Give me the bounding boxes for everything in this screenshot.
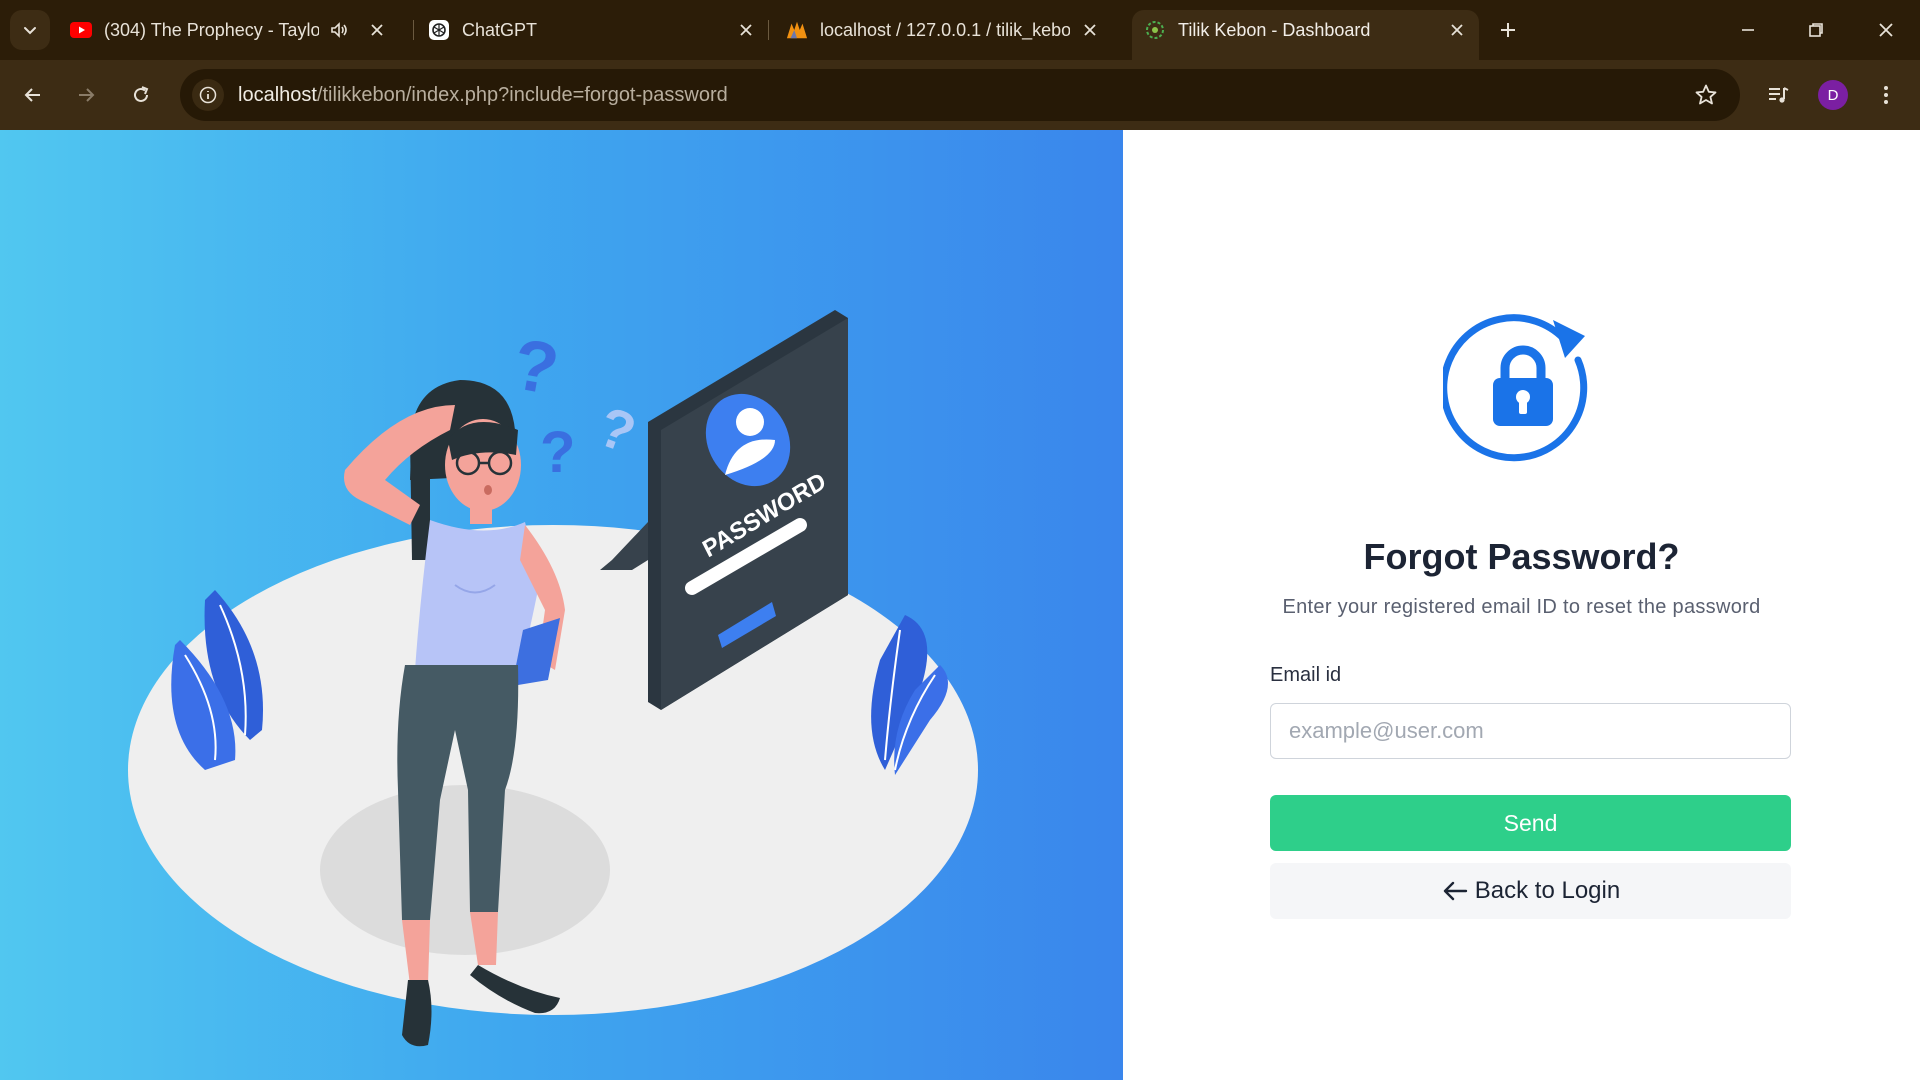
site-info-icon[interactable] [192, 79, 224, 111]
close-window-button[interactable] [1866, 10, 1906, 50]
email-label: Email id [1270, 664, 1342, 686]
close-icon[interactable] [1078, 18, 1102, 42]
url-text[interactable]: localhost/tilikkebon/index.php?include=f… [238, 84, 728, 107]
tab-divider [413, 20, 414, 40]
tab-title: Tilik Kebon - Dashboard [1178, 19, 1371, 40]
profile-avatar[interactable]: D [1818, 80, 1848, 110]
hero-illustration-panel: PASSWORD ? ? ? [0, 130, 1123, 1080]
chevron-down-icon [24, 27, 36, 35]
page-subtitle: Enter your registered email ID to reset … [1282, 596, 1761, 618]
tab-phpmyadmin[interactable]: localhost / 127.0.0.1 / tilik_kebo [786, 10, 1108, 50]
tab-chatgpt[interactable]: ChatGPT [428, 10, 758, 50]
close-icon [1879, 23, 1893, 37]
send-button[interactable]: Send [1270, 795, 1791, 851]
close-icon[interactable] [1445, 18, 1469, 42]
tab-title: ChatGPT [462, 19, 538, 40]
arrow-left-icon [1441, 877, 1469, 905]
tab-title: (304) The Prophecy - Taylor [104, 19, 319, 40]
forgot-password-illustration: PASSWORD ? ? ? [128, 310, 978, 1047]
tab-title: localhost / 127.0.0.1 / tilik_kebo [820, 19, 1070, 40]
arrow-right-icon [79, 88, 95, 102]
svg-text:?: ? [507, 324, 564, 410]
close-icon[interactable] [365, 18, 389, 42]
tilikkebon-icon [1144, 19, 1166, 41]
forgot-password-panel: Forgot Password? Enter your registered e… [1123, 130, 1920, 1080]
chatgpt-icon [428, 19, 450, 41]
close-icon[interactable] [734, 18, 758, 42]
more-vert-icon [1884, 86, 1888, 104]
page-title: Forgot Password? [1363, 536, 1680, 577]
forward-button[interactable] [66, 75, 106, 115]
url-path: /tilikkebon/index.php?include=forgot-pas… [316, 83, 728, 106]
restore-button[interactable] [1796, 10, 1836, 50]
url-host: localhost [238, 83, 317, 106]
email-input[interactable] [1270, 703, 1791, 759]
restore-icon [1809, 23, 1823, 37]
minimize-icon [1742, 29, 1754, 31]
bookmark-star-icon[interactable] [1692, 81, 1720, 109]
svg-text:?: ? [540, 420, 575, 485]
youtube-icon [70, 19, 92, 41]
new-tab-button[interactable] [1488, 10, 1528, 50]
arrow-left-icon [24, 88, 40, 102]
address-bar[interactable]: localhost/tilikkebon/index.php?include=f… [180, 69, 1740, 121]
tab-tilik-kebon[interactable]: Tilik Kebon - Dashboard [1132, 10, 1479, 60]
browser-toolbar: localhost/tilikkebon/index.php?include=f… [0, 60, 1920, 130]
reload-button[interactable] [121, 75, 161, 115]
back-to-login-label: Back to Login [1474, 877, 1621, 904]
page-content: PASSWORD ? ? ? Forgot Password? Enter yo… [0, 130, 1920, 1080]
speaker-icon[interactable] [327, 18, 351, 42]
question-marks-icon: ? ? ? [507, 324, 644, 485]
phpmyadmin-icon [786, 19, 808, 41]
back-to-login-button[interactable]: Back to Login [1270, 863, 1791, 919]
reload-icon [134, 86, 149, 102]
tab-search-button[interactable] [10, 10, 50, 50]
tab-youtube[interactable]: (304) The Prophecy - Taylor [70, 10, 410, 50]
plus-icon [1501, 23, 1515, 37]
tab-divider [768, 20, 769, 40]
minimize-button[interactable] [1728, 10, 1768, 50]
browser-tab-bar: (304) The Prophecy - Taylor ChatGPT loca… [0, 0, 1920, 60]
back-button[interactable] [13, 75, 53, 115]
svg-text:?: ? [590, 394, 644, 465]
media-controls-button[interactable] [1758, 75, 1798, 115]
playlist-music-icon [1769, 87, 1789, 103]
lock-reset-icon [1443, 314, 1588, 462]
browser-menu-button[interactable] [1866, 75, 1906, 115]
